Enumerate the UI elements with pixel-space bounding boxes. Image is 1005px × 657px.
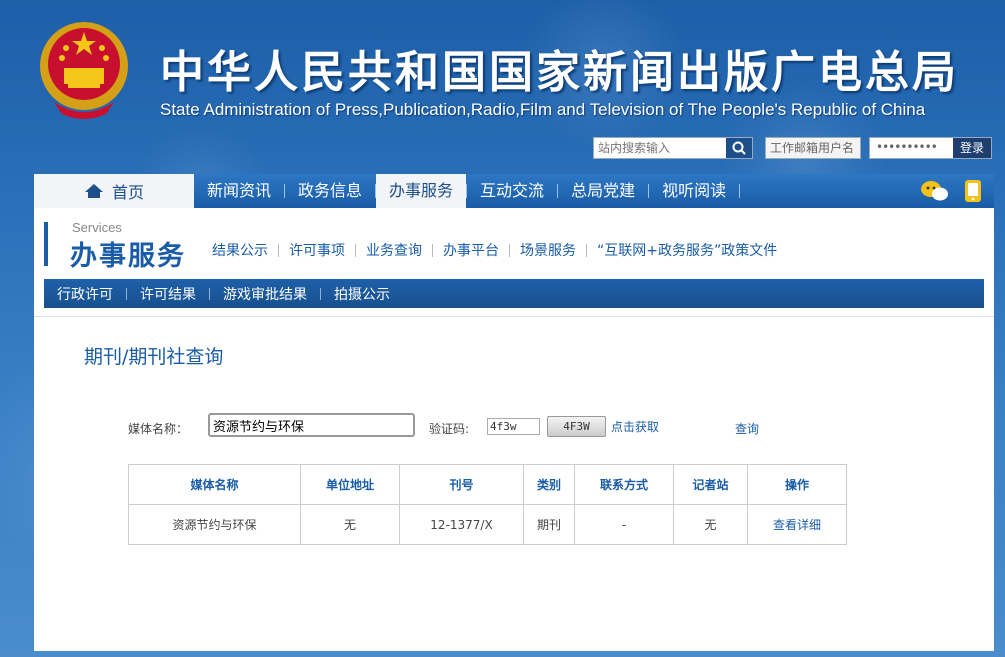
- search-icon: [732, 141, 746, 155]
- cell-category: 期刊: [523, 504, 575, 545]
- nav-services[interactable]: 办事服务: [376, 174, 467, 208]
- subnav-filming[interactable]: 拍摄公示: [321, 284, 403, 304]
- wechat-icon[interactable]: [920, 179, 950, 203]
- view-details-link[interactable]: 查看详细: [747, 504, 847, 545]
- col-address: 单位地址: [300, 464, 400, 505]
- mail-username-field[interactable]: 工作邮箱用户名: [765, 137, 861, 159]
- services-link-licensing[interactable]: 许可事项: [279, 240, 355, 260]
- site-title-cn: 中华人民共和国国家新闻出版广电总局: [160, 47, 959, 98]
- services-link-query[interactable]: 业务查询: [356, 240, 432, 260]
- services-title-cn: 办事服务: [70, 241, 186, 272]
- captcha-input[interactable]: [487, 418, 540, 435]
- sub-nav: 行政许可 许可结果 游戏审批结果 拍摄公示: [44, 279, 984, 308]
- nav-home[interactable]: 首页: [34, 174, 194, 208]
- divider: [34, 316, 994, 317]
- nav-interaction[interactable]: 互动交流: [467, 174, 557, 208]
- password-mask: ••••••••••: [876, 140, 938, 154]
- nav-news[interactable]: 新闻资讯: [194, 174, 284, 208]
- services-header: Services 办事服务 结果公示 许可事项 业务查询 办事平台 场景服务 “…: [34, 208, 994, 278]
- nav-media[interactable]: 视听阅读: [649, 174, 739, 208]
- search-button[interactable]: [726, 138, 752, 158]
- content-panel: Services 办事服务 结果公示 许可事项 业务查询 办事平台 场景服务 “…: [34, 208, 994, 651]
- nav-divider: [739, 184, 741, 198]
- site-title-en: State Administration of Press,Publicatio…: [160, 100, 926, 119]
- nav-home-label: 首页: [111, 183, 144, 202]
- subnav-admin-license[interactable]: 行政许可: [44, 284, 126, 304]
- login-button[interactable]: 登录: [953, 138, 991, 158]
- services-accent-bar: [44, 222, 48, 266]
- cell-media-name: 资源节约与环保: [128, 504, 301, 545]
- col-station: 记者站: [673, 464, 748, 505]
- cell-contact: -: [574, 504, 674, 545]
- get-captcha-link[interactable]: 点击获取: [611, 418, 659, 435]
- subnav-license-results[interactable]: 许可结果: [127, 284, 209, 304]
- services-link-policy[interactable]: “互联网+政务服务”政策文件: [587, 240, 787, 260]
- col-media-name: 媒体名称: [128, 464, 301, 505]
- services-link-platform[interactable]: 办事平台: [433, 240, 509, 260]
- media-name-input[interactable]: [208, 413, 415, 437]
- table-row: 资源节约与环保 无 12-1377/X 期刊 - 无 查看详细: [128, 504, 847, 545]
- services-links: 结果公示 许可事项 业务查询 办事平台 场景服务 “互联网+政务服务”政策文件: [202, 240, 787, 260]
- nav-party[interactable]: 总局党建: [558, 174, 648, 208]
- col-actions: 操作: [747, 464, 847, 505]
- cell-address: 无: [300, 504, 400, 545]
- col-category: 类别: [523, 464, 575, 505]
- nav-government-info[interactable]: 政务信息: [285, 174, 375, 208]
- mobile-icon[interactable]: [964, 179, 982, 203]
- query-button[interactable]: 查询: [735, 420, 759, 437]
- services-link-scenes[interactable]: 场景服务: [510, 240, 586, 260]
- col-contact: 联系方式: [574, 464, 674, 505]
- services-title-en: Services: [72, 220, 122, 235]
- table-header-row: 媒体名称 单位地址 刊号 类别 联系方式 记者站 操作: [128, 464, 847, 505]
- subnav-game-approval[interactable]: 游戏审批结果: [210, 284, 320, 304]
- search-input[interactable]: [594, 138, 726, 158]
- col-issn: 刊号: [399, 464, 524, 505]
- main-nav: 首页 新闻资讯 政务信息 办事服务 互动交流 总局党建 视听阅读: [34, 174, 994, 208]
- media-name-label: 媒体名称：: [128, 422, 189, 436]
- captcha-image[interactable]: 4F3W: [547, 416, 606, 437]
- page-title: 期刊/期刊社查询: [84, 346, 224, 368]
- home-icon: [84, 184, 103, 198]
- captcha-label: 验证码:: [429, 422, 470, 436]
- cell-issn: 12-1377/X: [399, 504, 524, 545]
- site-search: [593, 137, 753, 159]
- national-emblem-icon: [40, 22, 128, 119]
- mail-password-field[interactable]: •••••••••• 登录: [869, 137, 992, 159]
- services-link-results[interactable]: 结果公示: [202, 240, 278, 260]
- results-table: 媒体名称 单位地址 刊号 类别 联系方式 记者站 操作 资源节约与环保 无 12…: [128, 464, 847, 545]
- cell-station: 无: [673, 504, 748, 545]
